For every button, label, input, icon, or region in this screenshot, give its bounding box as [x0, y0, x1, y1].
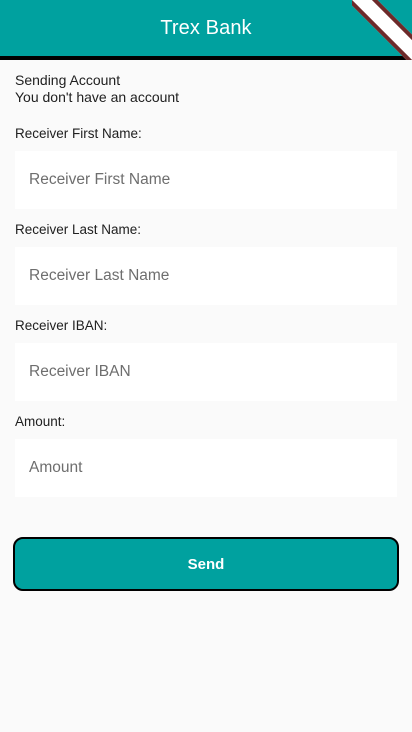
sending-account-status: You don't have an account — [15, 89, 180, 105]
iban-input[interactable] — [27, 362, 385, 382]
last-name-input[interactable] — [27, 266, 385, 286]
sending-account-title: Sending Account — [15, 72, 121, 88]
iban-field-container — [15, 343, 397, 401]
first-name-group: Receiver First Name: — [15, 126, 397, 209]
amount-input[interactable] — [27, 458, 385, 478]
first-name-input[interactable] — [27, 170, 385, 190]
app-bar: Trex Bank — [0, 0, 412, 60]
last-name-field-container — [15, 247, 397, 305]
first-name-label: Receiver First Name: — [15, 126, 142, 141]
last-name-label: Receiver Last Name: — [15, 222, 142, 237]
send-button[interactable]: Send — [13, 537, 399, 591]
first-name-field-container — [15, 151, 397, 209]
iban-label: Receiver IBAN: — [15, 318, 108, 333]
amount-group: Amount: — [15, 414, 397, 497]
debug-banner — [352, 0, 412, 60]
last-name-group: Receiver Last Name: — [15, 222, 397, 305]
debug-banner-stripe — [352, 0, 412, 60]
iban-group: Receiver IBAN: — [15, 318, 397, 401]
sending-account-section: Sending Account You don't have an accoun… — [15, 72, 397, 106]
amount-field-container — [15, 439, 397, 497]
amount-label: Amount: — [15, 414, 66, 429]
app-title: Trex Bank — [160, 16, 252, 39]
